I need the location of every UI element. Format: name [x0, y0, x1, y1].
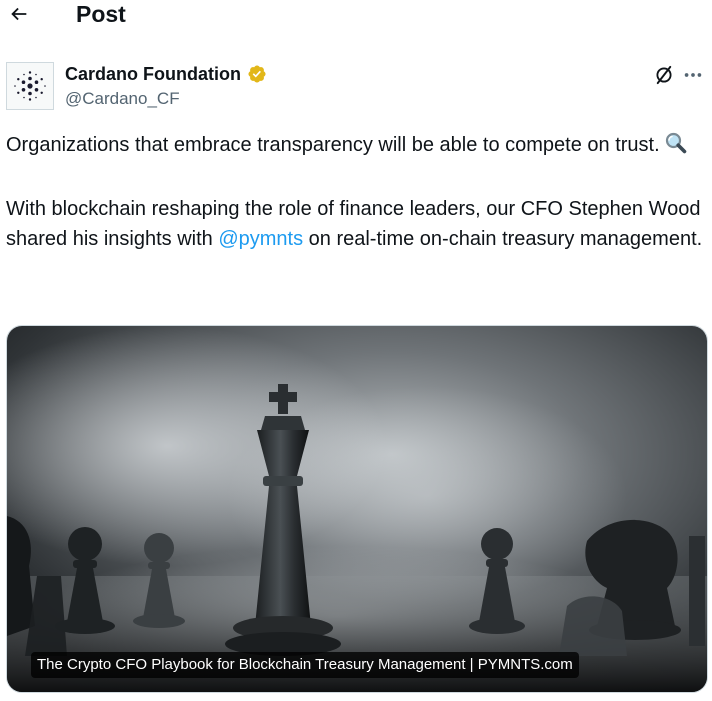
top-bar: Post — [0, 0, 712, 30]
verified-badge-icon — [247, 64, 267, 84]
post-paragraph-1: Organizations that embrace transparency … — [6, 130, 706, 164]
author-name-row: Cardano Foundation — [65, 62, 267, 86]
author-name[interactable]: Cardano Foundation — [65, 62, 241, 86]
chess-pieces-image — [7, 326, 707, 692]
card-caption: The Crypto CFO Playbook for Blockchain T… — [31, 652, 579, 678]
author-handle[interactable]: @Cardano_CF — [65, 88, 180, 110]
paragraph-1-text: Organizations that embrace transparency … — [6, 134, 660, 156]
page-title: Post — [76, 1, 126, 27]
grok-button[interactable] — [652, 63, 676, 87]
cardano-logo-icon — [14, 71, 46, 101]
link-card[interactable]: The Crypto CFO Playbook for Blockchain T… — [6, 325, 708, 693]
more-button[interactable] — [680, 63, 706, 87]
post-paragraph-2: With blockchain reshaping the role of fi… — [6, 194, 706, 254]
magnifying-glass-icon — [664, 131, 688, 164]
post-text: Organizations that embrace transparency … — [6, 130, 706, 254]
grok-icon — [656, 65, 672, 85]
avatar[interactable] — [6, 62, 54, 110]
arrow-left-icon — [11, 7, 27, 21]
more-horizontal-icon — [684, 73, 702, 77]
mention-link[interactable]: @pymnts — [218, 228, 303, 250]
paragraph-2-after: on real-time on-chain treasury managemen… — [303, 228, 703, 250]
back-button[interactable] — [4, 0, 34, 28]
